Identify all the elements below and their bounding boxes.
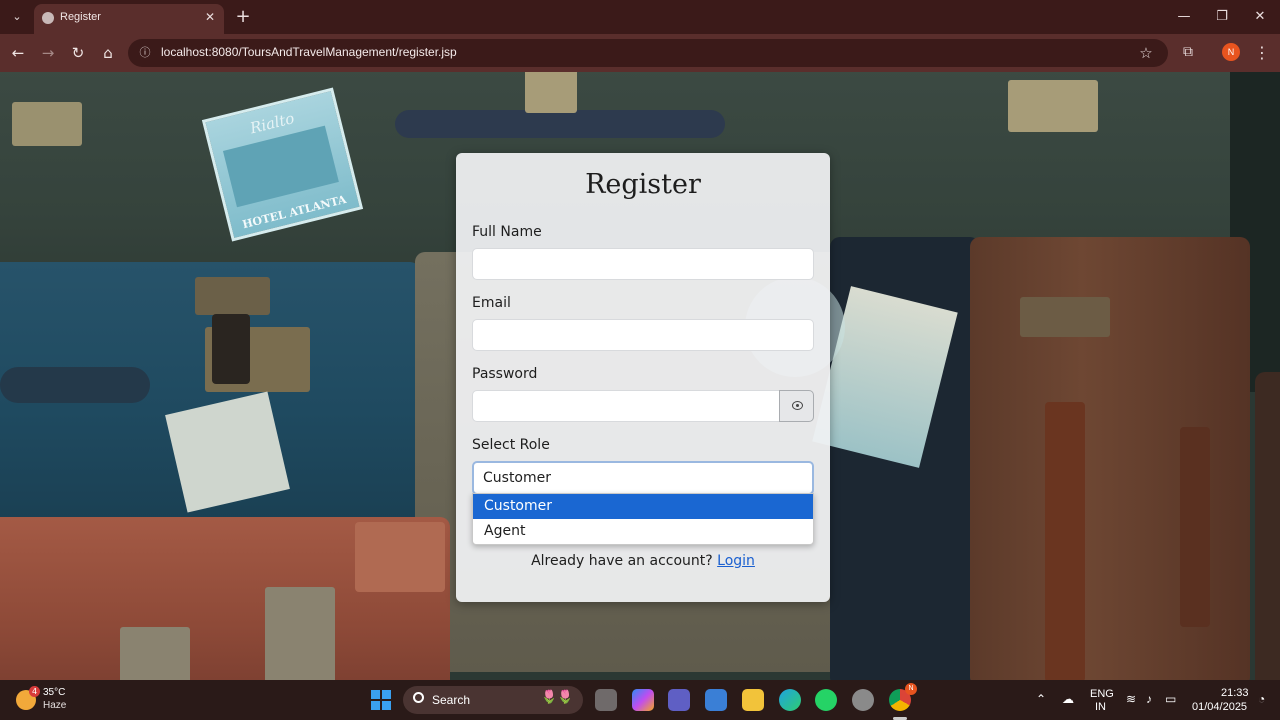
email-field[interactable] [472,319,814,351]
teams-icon[interactable] [668,689,690,711]
tab-register[interactable]: Register ✕ [34,4,224,34]
address-bar[interactable]: ⓘ localhost:8080/ToursAndTravelManagemen… [128,39,1168,67]
chrome-icon[interactable]: N [889,683,917,711]
page-title: Register [585,169,701,200]
windows-start-icon[interactable] [371,690,391,710]
url-text[interactable]: localhost:8080/ToursAndTravelManagement/… [161,45,457,59]
role-option-customer[interactable]: Customer [473,494,813,519]
search-icon [413,692,424,703]
tray-app-icon[interactable]: ☁ [1062,692,1074,706]
back-arrow-icon[interactable]: ← [7,42,29,64]
file-explorer-icon[interactable] [742,689,764,711]
language-bottom[interactable]: IN [1095,701,1106,713]
role-select[interactable]: Customer [472,461,814,495]
notification-badge: 4 [29,686,40,697]
extensions-puzzle-icon[interactable]: ⧉ [1178,42,1198,62]
forward-arrow-icon[interactable]: → [37,42,59,64]
clock-date[interactable]: 01/04/2025 [1192,701,1247,713]
login-prompt: Already have an account? Login [456,553,830,569]
tray-overflow-chevron-icon[interactable]: ⌃ [1036,692,1046,706]
wifi-icon[interactable]: ≋ [1126,692,1136,706]
tab-title: Register [60,11,101,23]
globe-icon [42,12,54,24]
chrome-profile-badge: N [905,683,917,695]
taskbar: 4 35°C Haze Search 🌷🌷 N ⌃ ☁ ENG IN ≋ ♪ ▭… [0,680,1280,720]
minimize-icon[interactable]: — [1172,5,1196,29]
notifications-bell-icon[interactable]: ◔ [1258,692,1265,706]
tab-search-chevron-icon[interactable]: ⌄ [6,7,28,27]
password-label: Password [472,366,538,382]
clock-time[interactable]: 21:33 [1221,687,1249,699]
bookmark-star-icon[interactable]: ☆ [1136,43,1156,63]
task-view-icon[interactable] [595,689,617,711]
maximize-icon[interactable]: ❐ [1210,5,1234,29]
taskbar-search[interactable]: Search 🌷🌷 [403,686,583,714]
profile-avatar[interactable]: N [1222,43,1240,61]
role-label: Select Role [472,437,550,453]
login-link[interactable]: Login [717,553,755,569]
password-field[interactable] [472,390,780,422]
role-option-agent[interactable]: Agent [473,519,813,544]
email-label: Email [472,295,511,311]
eye-icon [792,401,803,410]
tab-close-icon[interactable]: ✕ [202,9,218,25]
browser-menu-icon[interactable]: ⋮ [1252,42,1272,64]
home-icon[interactable]: ⌂ [97,42,119,64]
language-top[interactable]: ENG [1090,688,1114,700]
battery-icon[interactable]: ▭ [1165,692,1176,706]
new-tab-plus-icon[interactable]: + [232,6,254,28]
window-close-icon[interactable]: ✕ [1248,5,1272,29]
settings-gear-icon[interactable] [852,689,874,711]
toggle-password-button[interactable] [779,390,814,422]
register-card: Register Full Name Email Password Select… [456,153,830,602]
weather-temperature: 35°C [43,687,66,698]
browser-toolbar: ← → ↻ ⌂ ⓘ localhost:8080/ToursAndTravelM… [0,34,1280,72]
role-dropdown-list: Customer Agent [472,493,814,545]
full-name-label: Full Name [472,224,542,240]
volume-icon[interactable]: ♪ [1146,692,1152,706]
tab-strip: ⌄ Register ✕ + — ❐ ✕ [0,0,1280,34]
search-label: Search [432,693,471,707]
copilot-icon[interactable] [632,689,654,711]
edge-icon[interactable] [779,689,801,711]
full-name-field[interactable] [472,248,814,280]
reload-icon[interactable]: ↻ [67,42,89,64]
whatsapp-icon[interactable] [815,689,837,711]
weather-condition: Haze [43,700,67,711]
weather-widget[interactable]: 4 35°C Haze [16,686,96,714]
login-prompt-text: Already have an account? [531,553,713,569]
tulips-icon: 🌷🌷 [541,690,574,705]
site-info-icon[interactable]: ⓘ [136,44,154,62]
store-icon[interactable] [705,689,727,711]
